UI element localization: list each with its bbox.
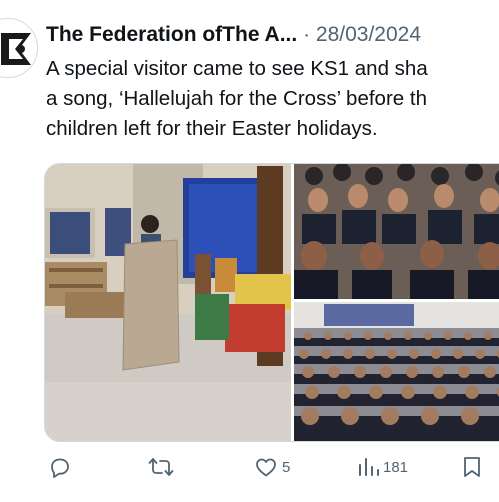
views-icon xyxy=(359,458,379,476)
tweet-actions: 5 181 xyxy=(0,450,499,484)
school-logo-icon xyxy=(0,19,37,77)
bookmark-icon xyxy=(464,457,480,477)
tweet-text-line: a song, ‘Hallelujah for the Cross’ befor… xyxy=(46,87,427,110)
view-count: 181 xyxy=(383,458,409,476)
header-separator: · xyxy=(303,23,311,46)
photo-classroom[interactable] xyxy=(45,164,291,441)
bookmark-button[interactable] xyxy=(462,450,482,484)
tweet-header: The Federation ofThe A... · 28/03/2024 xyxy=(46,21,499,49)
heart-icon xyxy=(256,458,276,477)
tweet-text-line: children left for their Easter holidays. xyxy=(46,117,378,140)
like-count: 5 xyxy=(282,458,291,476)
photo-assembly-hall[interactable] xyxy=(294,302,499,441)
author-name[interactable]: The Federation ofThe A... xyxy=(46,23,297,46)
reply-button[interactable] xyxy=(48,450,72,484)
tweet-date[interactable]: 28/03/2024 xyxy=(316,23,421,46)
views-button[interactable]: 181 xyxy=(357,450,408,484)
reply-icon xyxy=(51,458,69,478)
retweet-icon xyxy=(148,458,174,476)
media-grid xyxy=(44,163,499,442)
tweet-text-line: A special visitor came to see KS1 and sh… xyxy=(46,57,428,80)
retweet-button[interactable] xyxy=(148,450,174,484)
like-button[interactable]: 5 xyxy=(254,450,290,484)
avatar[interactable] xyxy=(0,18,38,78)
tweet-text: A special visitor came to see KS1 and sh… xyxy=(46,54,499,144)
photo-children-seated[interactable] xyxy=(294,164,499,299)
